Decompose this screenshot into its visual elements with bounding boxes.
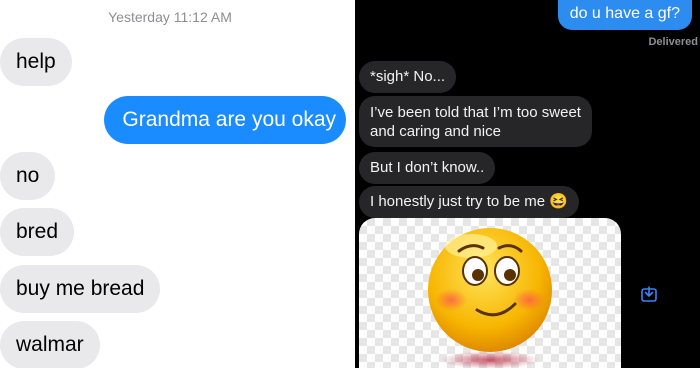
timestamp-time: 11:12 AM (173, 9, 232, 25)
message-text: I honestly just try to be me (370, 193, 546, 210)
message-text: *sigh* No... (370, 68, 446, 85)
outgoing-message-bubble[interactable]: Grandma are you okay (104, 96, 346, 144)
message-text: But I don’t know.. (370, 159, 485, 176)
message-text: no (16, 164, 40, 187)
outgoing-message-bubble[interactable]: do u have a gf? (557, 0, 692, 30)
download-icon[interactable] (640, 285, 658, 303)
laughing-emoji-icon: 😆 (549, 193, 568, 210)
incoming-message-bubble[interactable]: *sigh* No... (359, 61, 457, 93)
incoming-message-bubble[interactable]: help (0, 38, 72, 86)
right-screenshot-panel: do u have a gf? Delivered *sigh* No... I… (355, 0, 700, 368)
message-text: help (16, 50, 56, 73)
left-screenshot-panel: Yesterday 11:12 AM help Grandma are you … (0, 0, 350, 368)
incoming-message-bubble[interactable]: walmar (0, 321, 100, 368)
incoming-message-bubble[interactable]: I honestly just try to be me 😆 (359, 186, 579, 218)
incoming-message-bubble[interactable]: I’ve been told that I’m too sweet and ca… (359, 96, 592, 147)
message-text-line: and caring and nice (370, 123, 501, 140)
timestamp-day: Yesterday (108, 9, 170, 25)
incoming-message-bubble[interactable]: buy me bread (0, 265, 161, 313)
message-text: buy me bread (16, 277, 145, 300)
message-text-line: I’ve been told that I’m too sweet (370, 104, 581, 121)
incoming-message-bubble[interactable]: no (0, 152, 56, 200)
incoming-message-bubble[interactable]: But I don’t know.. (359, 152, 496, 184)
blushing-smirk-emoji-icon (428, 228, 552, 368)
message-text: walmar (16, 333, 84, 356)
message-text: bred (16, 220, 59, 243)
sticker-image[interactable] (359, 218, 621, 368)
delivery-status: Delivered (648, 36, 698, 48)
message-text: Grandma are you okay (122, 108, 336, 131)
incoming-message-bubble[interactable]: bred (0, 208, 75, 256)
message-text: do u have a gf? (569, 5, 680, 22)
message-timestamp: Yesterday 11:12 AM (0, 9, 340, 25)
